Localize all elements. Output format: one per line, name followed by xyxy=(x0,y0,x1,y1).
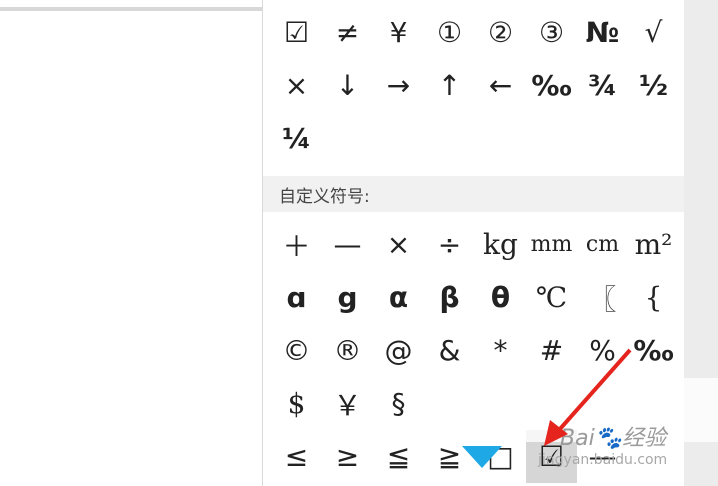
symbol-cell[interactable]: α xyxy=(373,271,424,324)
symbol-cell[interactable]: ℃ xyxy=(526,271,577,324)
symbol-cell[interactable]: ® xyxy=(322,324,373,377)
symbol-cell[interactable]: * xyxy=(475,324,526,377)
heart-icon xyxy=(462,446,502,468)
symbol-cell[interactable]: ¾ xyxy=(577,59,628,112)
symbol-cell[interactable]: № xyxy=(577,6,628,59)
symbol-cell[interactable]: ɑ xyxy=(271,271,322,324)
symbol-cell[interactable]: { xyxy=(628,271,679,324)
symbol-cell[interactable]: & xyxy=(424,324,475,377)
toolbar-edge xyxy=(0,7,262,11)
symbol-cell[interactable]: g xyxy=(322,271,373,324)
symbol-cell[interactable]: ← xyxy=(475,59,526,112)
symbol-cell[interactable]: √ xyxy=(628,6,679,59)
symbol-cell[interactable]: ＋ xyxy=(271,218,322,271)
symbol-cell[interactable]: 〖 xyxy=(577,271,628,324)
symbol-cell[interactable]: ‰ xyxy=(526,59,577,112)
symbol-cell[interactable]: @ xyxy=(373,324,424,377)
symbol-cell[interactable]: ÷ xyxy=(424,218,475,271)
symbol-cell[interactable]: ↑ xyxy=(424,59,475,112)
symbol-cell[interactable]: ☑ xyxy=(271,6,322,59)
symbol-cell[interactable]: ￥ xyxy=(322,377,373,430)
symbol-cell[interactable]: ≤ xyxy=(271,430,322,483)
symbol-cell[interactable]: ② xyxy=(475,6,526,59)
symbol-cell[interactable]: kg xyxy=(475,218,526,271)
watermark-url: jingyan.baidu.com xyxy=(538,452,668,468)
symbol-cell[interactable]: — xyxy=(322,218,373,271)
symbol-cell[interactable]: mm xyxy=(526,218,577,271)
symbol-cell[interactable]: ① xyxy=(424,6,475,59)
symbol-cell[interactable]: $ xyxy=(271,377,322,430)
symbol-cell[interactable]: × xyxy=(373,218,424,271)
symbol-cell[interactable]: → xyxy=(373,59,424,112)
document-area xyxy=(0,0,262,486)
symbol-cell[interactable]: ③ xyxy=(526,6,577,59)
red-arrow-icon xyxy=(544,348,632,446)
symbol-cell[interactable]: β xyxy=(424,271,475,324)
symbol-cell[interactable]: © xyxy=(271,324,322,377)
custom-symbols-header: 自定义符号: xyxy=(263,176,685,212)
symbol-grid-top: ☑ ≠ ¥ ① ② ③ № √ × ↓ → ↑ ← ‰ ¾ ½ ¼ xyxy=(271,6,679,165)
symbol-cell[interactable]: ¼ xyxy=(271,112,322,165)
symbol-cell[interactable]: × xyxy=(271,59,322,112)
symbol-cell[interactable]: ↓ xyxy=(322,59,373,112)
symbol-cell[interactable]: θ xyxy=(475,271,526,324)
symbol-cell[interactable]: m² xyxy=(628,218,679,271)
symbol-cell[interactable]: ≥ xyxy=(322,430,373,483)
symbol-cell[interactable]: ≠ xyxy=(322,6,373,59)
symbol-cell[interactable]: cm xyxy=(577,218,628,271)
symbol-cell[interactable]: ¥ xyxy=(373,6,424,59)
symbol-cell[interactable]: ½ xyxy=(628,59,679,112)
